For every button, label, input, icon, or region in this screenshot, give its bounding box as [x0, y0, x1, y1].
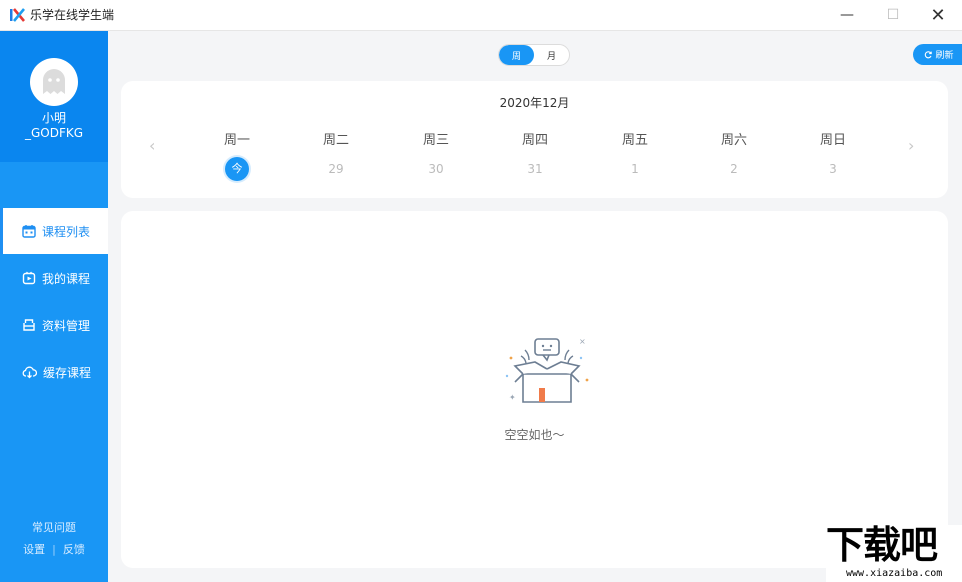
- course-list-panel: × ✦ 空空如也～: [121, 211, 948, 568]
- maximize-button[interactable]: ☐: [870, 0, 916, 30]
- play-icon: [22, 271, 36, 285]
- day-number[interactable]: 30: [424, 157, 448, 181]
- app-logo-icon: [9, 7, 25, 23]
- day-number[interactable]: 31: [523, 157, 547, 181]
- day-number[interactable]: 2: [722, 157, 746, 181]
- empty-state-text: 空空如也～: [121, 426, 948, 443]
- feedback-link[interactable]: 反馈: [63, 543, 85, 556]
- avatar[interactable]: [30, 58, 78, 106]
- day-name: 周五: [605, 129, 665, 148]
- day-name: 周二: [306, 129, 366, 148]
- footer-separator: |: [52, 543, 56, 556]
- day-name: 周三: [406, 129, 466, 148]
- watermark-url: www.xiazaiba.com: [846, 568, 942, 579]
- chevron-left-icon[interactable]: ‹: [149, 136, 155, 155]
- calendar-month: 2020年12月: [121, 94, 948, 111]
- day-number[interactable]: 1: [623, 157, 647, 181]
- empty-box-icon: × ✦: [503, 336, 595, 408]
- username-line1: 小明: [0, 111, 108, 126]
- day-today[interactable]: 今: [225, 157, 249, 181]
- refresh-button[interactable]: 刷新: [913, 44, 962, 65]
- view-toggle: 周 月: [498, 44, 570, 66]
- username: 小明 _GODFKG: [0, 111, 108, 141]
- svg-text:✦: ✦: [509, 393, 516, 402]
- ghost-icon: [40, 67, 68, 97]
- calendar-icon: [22, 224, 36, 238]
- watermark: 下载吧 www.xiazaiba.com: [826, 525, 962, 582]
- folder-icon: [22, 318, 36, 332]
- sidebar-nav: 课程列表 我的课程 资料管理 缓存课程: [0, 208, 108, 395]
- refresh-label: 刷新: [935, 48, 953, 61]
- username-line2: _GODFKG: [0, 126, 108, 141]
- settings-link[interactable]: 设置: [23, 543, 45, 556]
- faq-link[interactable]: 常见问题: [0, 519, 108, 535]
- sidebar-item-label: 缓存课程: [43, 364, 91, 381]
- watermark-title: 下载吧: [826, 523, 937, 567]
- day-name: 周一: [207, 129, 267, 148]
- day-number[interactable]: 29: [324, 157, 348, 181]
- svg-text:×: ×: [579, 337, 586, 346]
- day-name: 周四: [505, 129, 565, 148]
- sidebar-item-my-courses[interactable]: 我的课程: [0, 255, 108, 301]
- sidebar: 小明 _GODFKG 课程列表 我的课程: [0, 31, 108, 582]
- title-bar: 乐学在线学生端 — ☐ ✕: [0, 0, 962, 31]
- main-area: 周 月 刷新 2020年12月 ‹ › 周一 周二 周三 周四 周五 周六 周日…: [108, 31, 962, 582]
- footer-links: 设置 | 反馈: [0, 541, 108, 557]
- sidebar-item-materials[interactable]: 资料管理: [0, 302, 108, 348]
- week-calendar: 2020年12月 ‹ › 周一 周二 周三 周四 周五 周六 周日 今 29 3…: [121, 81, 948, 198]
- sidebar-item-course-list[interactable]: 课程列表: [0, 208, 108, 254]
- minimize-button[interactable]: —: [824, 0, 870, 30]
- week-toggle-button[interactable]: 周: [499, 45, 534, 65]
- chevron-right-icon[interactable]: ›: [908, 136, 914, 155]
- refresh-icon: [924, 51, 932, 59]
- day-name: 周日: [803, 129, 863, 148]
- user-profile: 小明 _GODFKG: [0, 31, 108, 162]
- close-button[interactable]: ✕: [915, 0, 961, 30]
- sidebar-item-cached-courses[interactable]: 缓存课程: [0, 349, 108, 395]
- cloud-download-icon: [22, 365, 37, 379]
- day-name: 周六: [704, 129, 764, 148]
- sidebar-item-label: 课程列表: [42, 223, 90, 240]
- sidebar-item-label: 资料管理: [42, 317, 90, 334]
- sidebar-item-label: 我的课程: [42, 270, 90, 287]
- day-number[interactable]: 3: [821, 157, 845, 181]
- month-toggle-button[interactable]: 月: [534, 45, 569, 65]
- app-title: 乐学在线学生端: [30, 7, 114, 23]
